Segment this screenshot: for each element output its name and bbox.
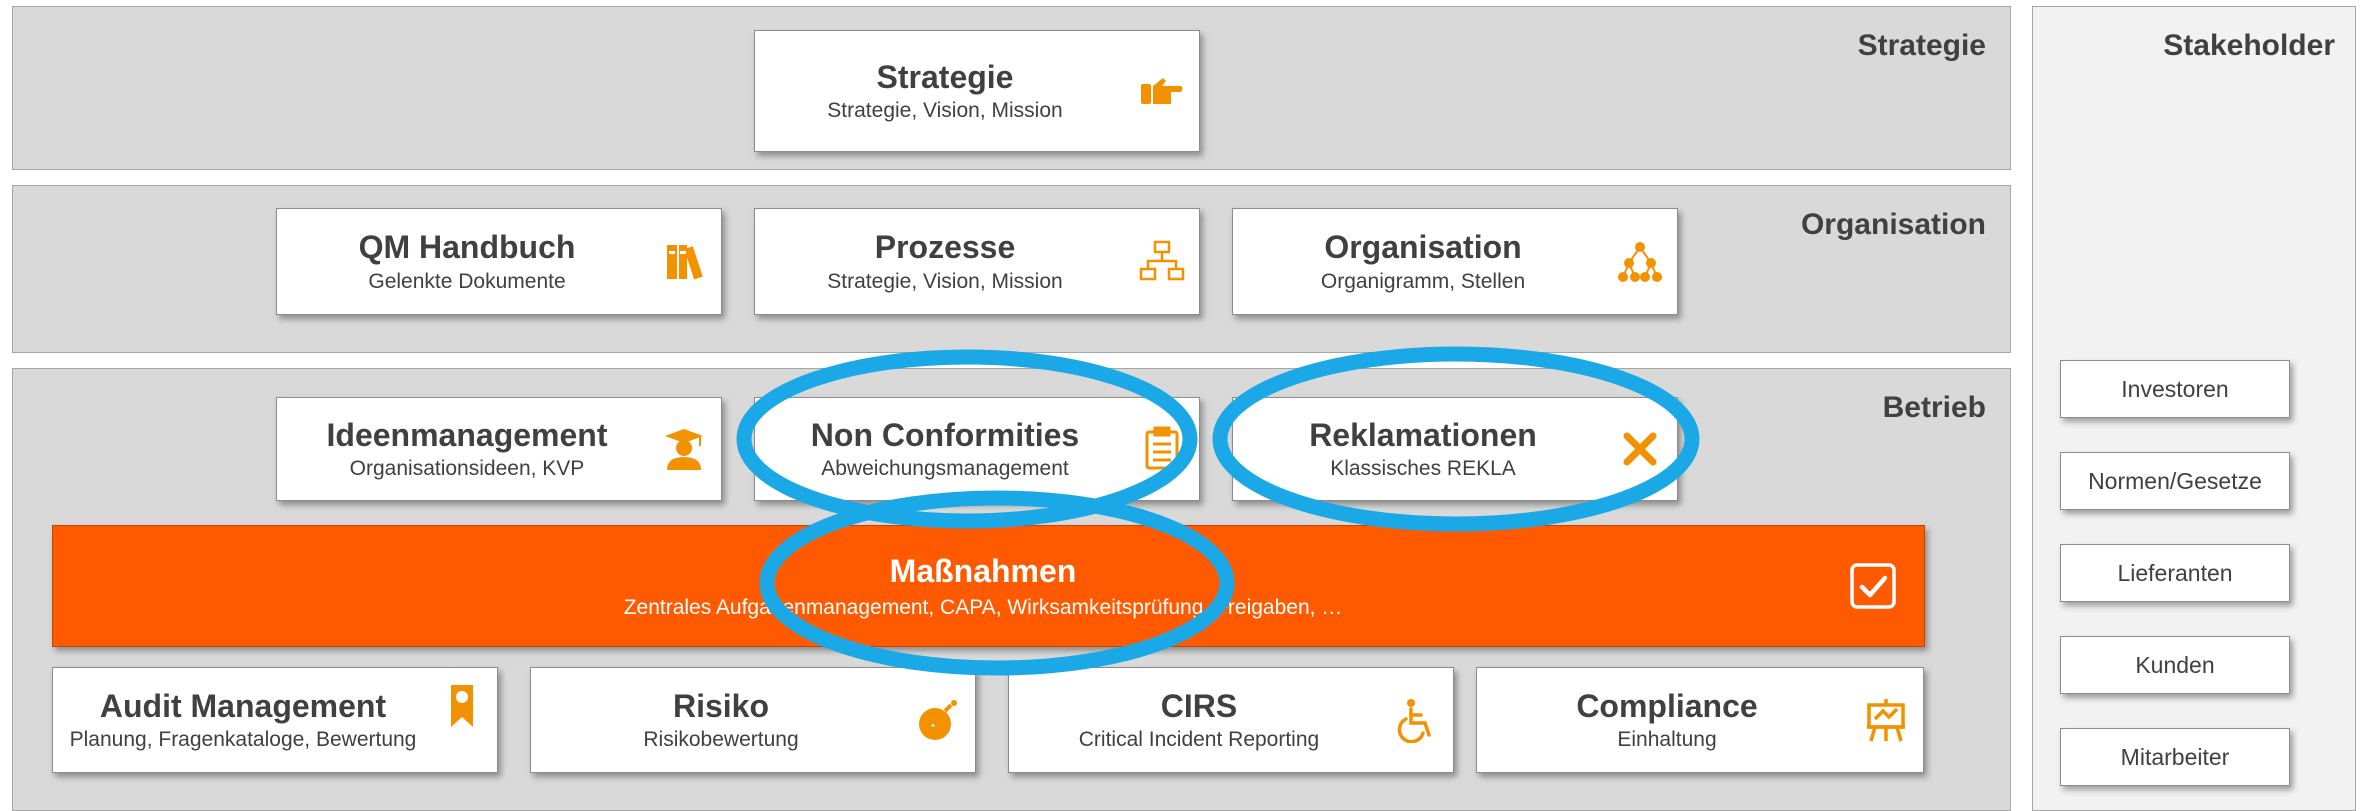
card-subtitle: Strategie, Vision, Mission (827, 99, 1063, 123)
stakeholder-item-normen-gesetze[interactable]: Normen/Gesetze (2060, 452, 2290, 510)
card-title: Prozesse (874, 229, 1016, 266)
card-subtitle: Organigramm, Stellen (1320, 269, 1526, 293)
card-subtitle: Gelenkte Dokumente (368, 269, 566, 293)
band-title-strategie: Strategie (1857, 29, 1986, 62)
band-title-betrieb: Betrieb (1882, 391, 1986, 424)
card-reklamationen[interactable]: Reklamationen Klassisches REKLA (1232, 397, 1678, 501)
graduate-icon (661, 426, 707, 472)
wheelchair-icon (1393, 697, 1439, 743)
card-audit-management[interactable]: Audit Management Planung, Fragenkataloge… (52, 667, 498, 773)
card-qm-handbuch[interactable]: QM Handbuch Gelenkte Dokumente (276, 208, 722, 315)
card-compliance[interactable]: Compliance Einhaltung (1476, 667, 1924, 773)
bomb-icon (915, 697, 961, 743)
stakeholder-title: Stakeholder (2163, 29, 2335, 62)
card-title: Ideenmanagement (326, 416, 608, 453)
card-title: CIRS (1160, 687, 1238, 724)
card-title: QM Handbuch (358, 229, 576, 266)
certificate-icon (439, 683, 485, 729)
card-cirs[interactable]: CIRS Critical Incident Reporting (1008, 667, 1454, 773)
easel-icon (1863, 697, 1909, 743)
stakeholder-item-lieferanten[interactable]: Lieferanten (2060, 544, 2290, 602)
massnahmen-subtitle: Zentrales Aufgabenmanagement, CAPA, Wirk… (623, 595, 1343, 619)
card-subtitle: Risikobewertung (643, 728, 799, 752)
card-title: Organisation (1324, 229, 1522, 266)
card-ideenmanagement[interactable]: Ideenmanagement Organisationsideen, KVP (276, 397, 722, 501)
card-title: Risiko (672, 687, 770, 724)
card-non-conformities[interactable]: Non Conformities Abweichungsmanagement (754, 397, 1200, 501)
stakeholder-item-investoren[interactable]: Investoren (2060, 360, 2290, 418)
card-subtitle: Critical Incident Reporting (1078, 728, 1320, 752)
card-organisation[interactable]: Organisation Organigramm, Stellen (1232, 208, 1678, 315)
card-subtitle: Organisationsideen, KVP (349, 457, 585, 481)
card-subtitle: Planung, Fragenkataloge, Bewertung (69, 728, 417, 752)
card-title: Compliance (1576, 687, 1758, 724)
card-prozesse[interactable]: Prozesse Strategie, Vision, Mission (754, 208, 1200, 315)
hand-pointing-icon (1139, 68, 1185, 114)
card-subtitle: Abweichungsmanagement (821, 457, 1069, 481)
stakeholder-item-kunden[interactable]: Kunden (2060, 636, 2290, 694)
card-subtitle: Strategie, Vision, Mission (827, 269, 1063, 293)
massnahmen-title: Maßnahmen (889, 552, 1077, 589)
org-chart-icon (1617, 239, 1663, 285)
card-title: Audit Management (99, 687, 387, 724)
card-subtitle: Klassisches REKLA (1330, 457, 1516, 481)
clipboard-icon (1139, 426, 1185, 472)
checkbox-icon (1849, 562, 1897, 610)
stakeholder-item-mitarbeiter[interactable]: Mitarbeiter (2060, 728, 2290, 786)
massnahmen-bar[interactable]: Maßnahmen Zentrales Aufgabenmanagement, … (52, 525, 1925, 647)
cross-icon (1617, 426, 1663, 472)
card-title: Non Conformities (810, 416, 1080, 453)
card-subtitle: Einhaltung (1617, 728, 1717, 752)
band-title-organisation: Organisation (1800, 208, 1986, 241)
card-risiko[interactable]: Risiko Risikobewertung (530, 667, 976, 773)
card-title: Reklamationen (1309, 416, 1537, 453)
network-icon (1139, 239, 1185, 285)
card-strategie[interactable]: Strategie Strategie, Vision, Mission (754, 30, 1200, 152)
books-icon (661, 239, 707, 285)
card-title: Strategie (876, 58, 1014, 95)
